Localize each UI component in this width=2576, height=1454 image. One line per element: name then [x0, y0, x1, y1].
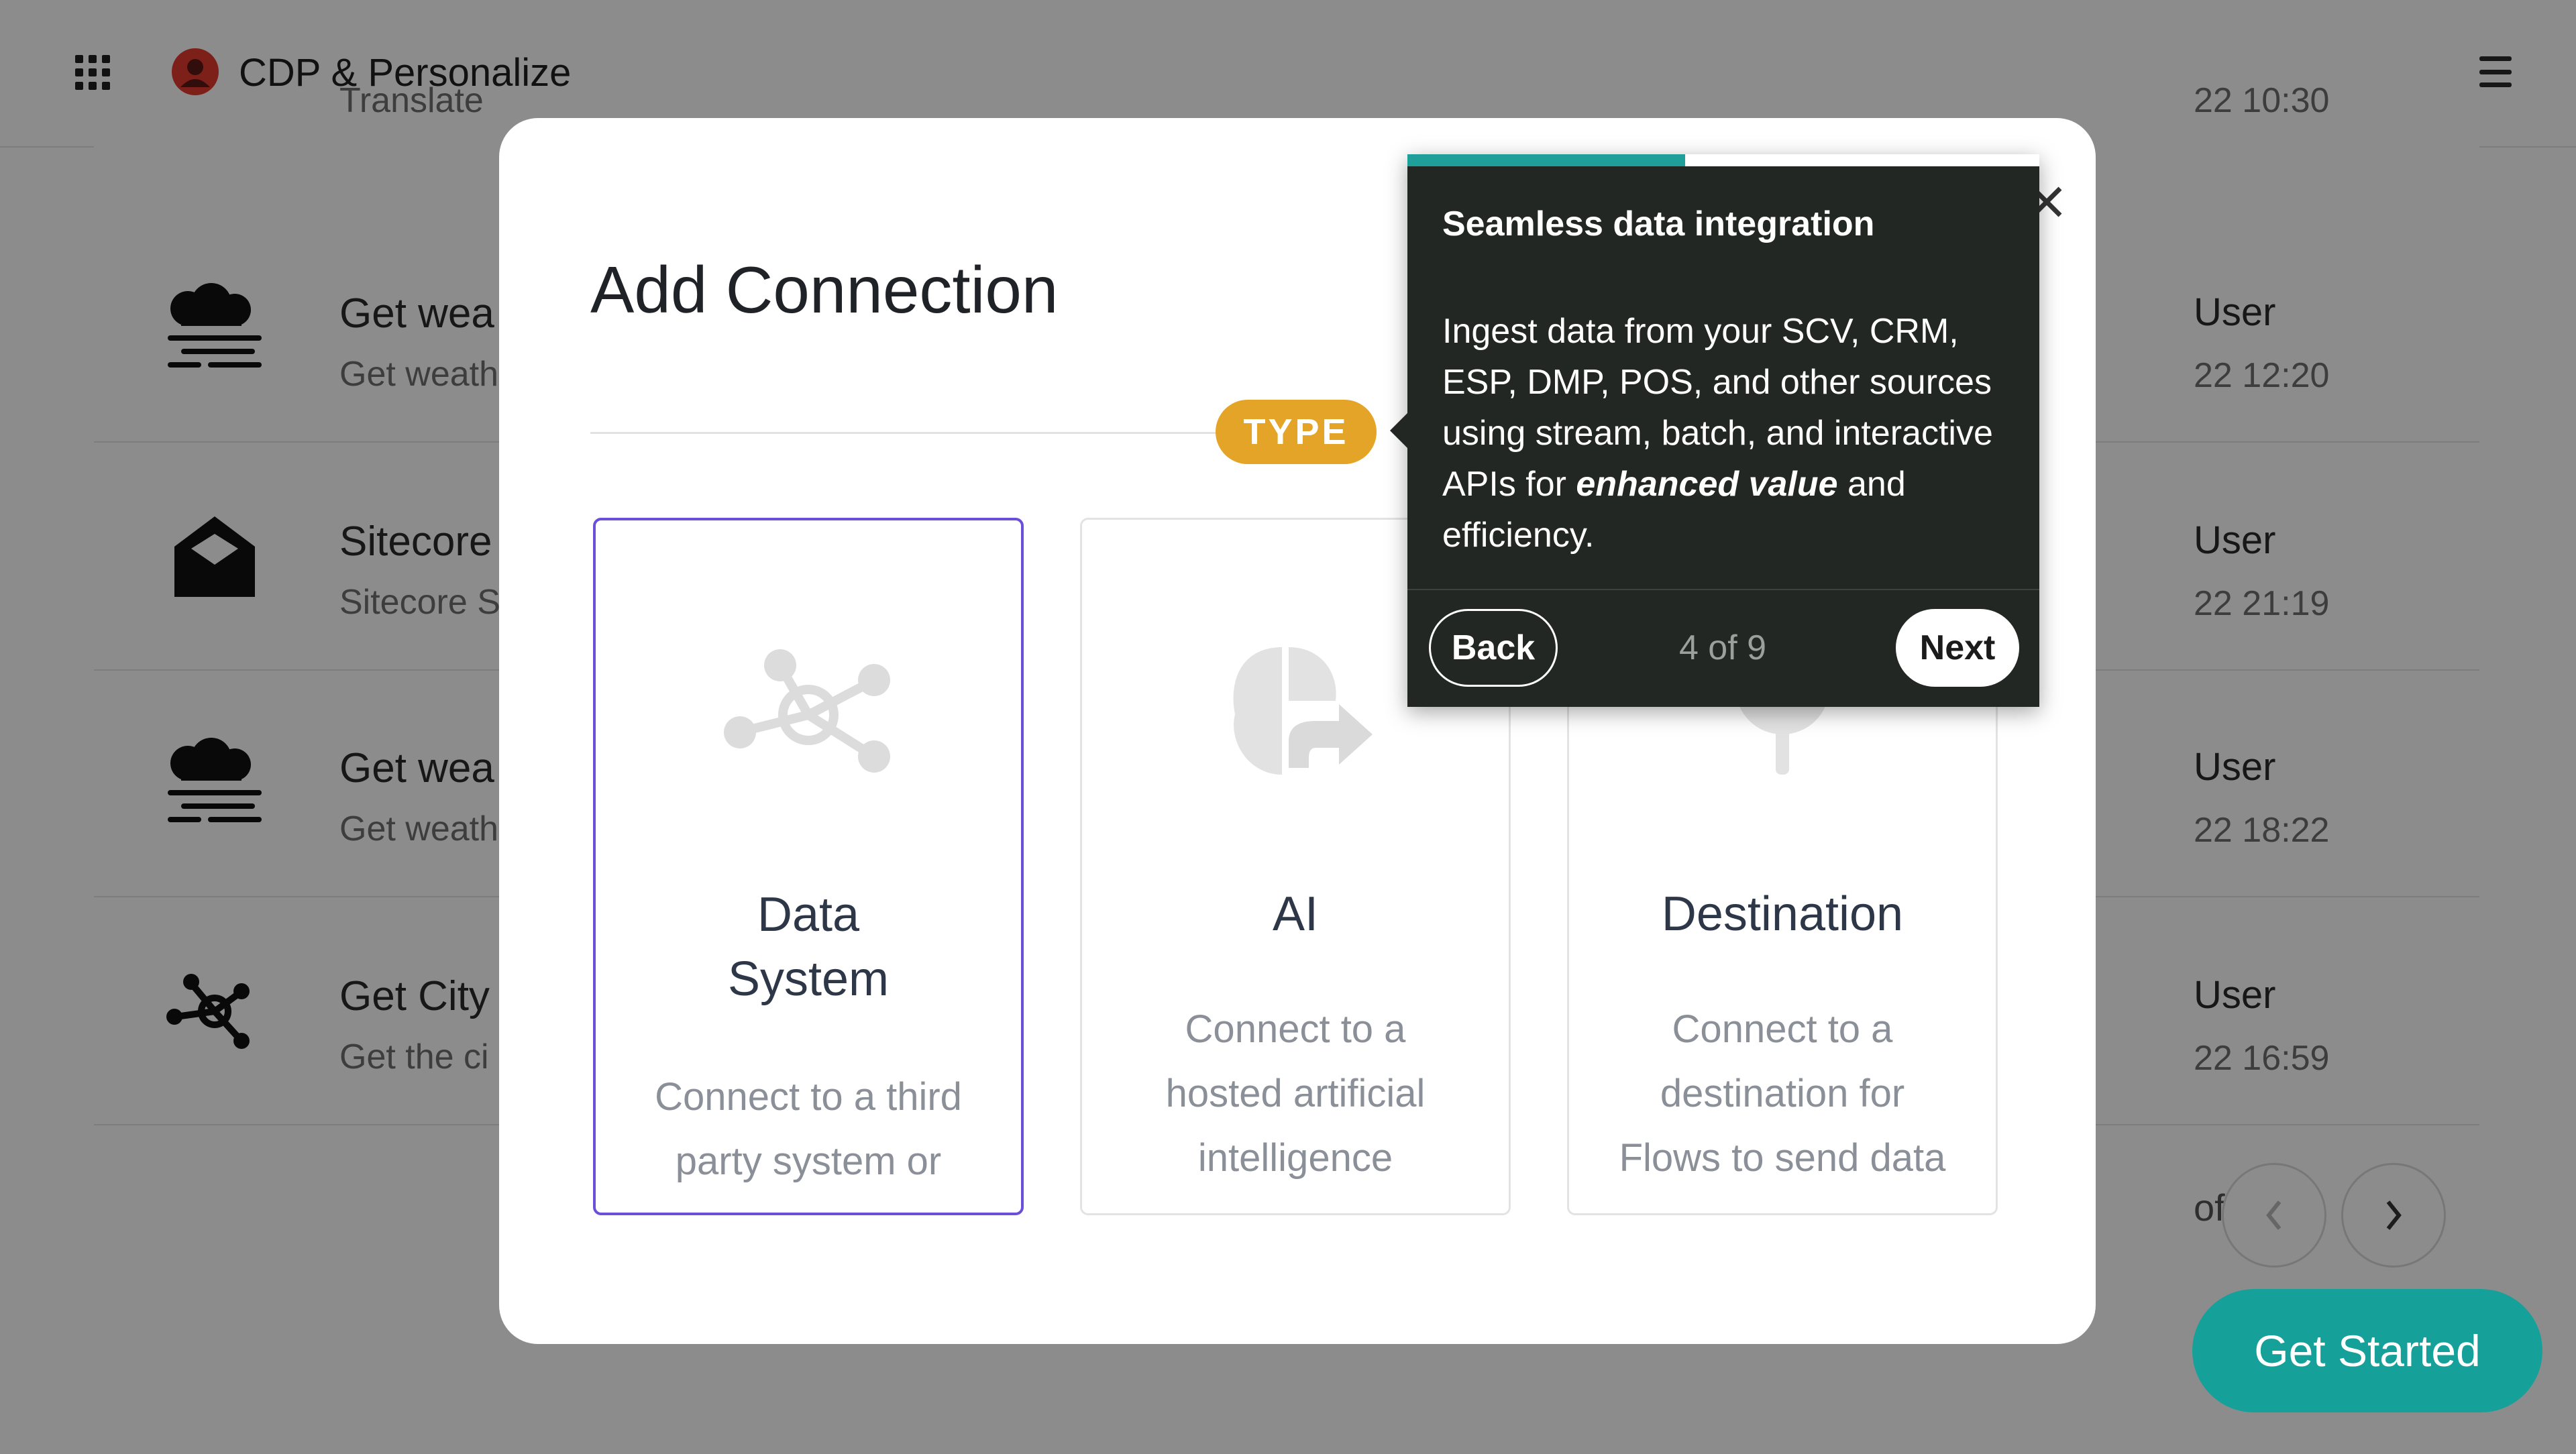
option-data-system[interactable]: Data System Connect to a third party sys…: [593, 518, 1024, 1215]
option-title: Destination: [1661, 887, 1904, 941]
option-title: AI: [1272, 887, 1319, 941]
tour-progress-bar: [1407, 154, 2039, 166]
option-title: Data System: [727, 888, 890, 1006]
popover-arrow: [1390, 413, 1407, 448]
step-badge: TYPE: [1216, 400, 1377, 464]
modal-title: Add Connection: [590, 253, 1059, 327]
tour-body: Ingest data from your SCV, CRM, ESP, DMP…: [1442, 306, 2012, 561]
data-hub-icon: [724, 649, 890, 773]
brain-arrow-icon: [1233, 647, 1373, 775]
guided-tour-popover: Seamless data integration Ingest data fr…: [1390, 154, 2039, 707]
tour-next-button[interactable]: Next: [1896, 609, 2019, 687]
popover-divider: [1407, 589, 2039, 590]
option-description: Connect to a third party system or: [655, 1075, 962, 1183]
get-started-button[interactable]: Get Started: [2192, 1289, 2542, 1412]
tour-body-emphasis: enhanced value: [1576, 465, 1838, 504]
stepper-line: [590, 432, 1288, 434]
tour-back-button[interactable]: Back: [1429, 609, 1558, 687]
tour-step-counter: 4 of 9: [1678, 628, 1767, 667]
tour-progress-fill: [1407, 154, 1686, 166]
option-description: Connect to a hosted artificial intellige…: [1165, 1007, 1426, 1180]
tour-title: Seamless data integration: [1442, 205, 1875, 243]
option-description: Connect to a destination for Flows to se…: [1619, 1007, 1946, 1180]
